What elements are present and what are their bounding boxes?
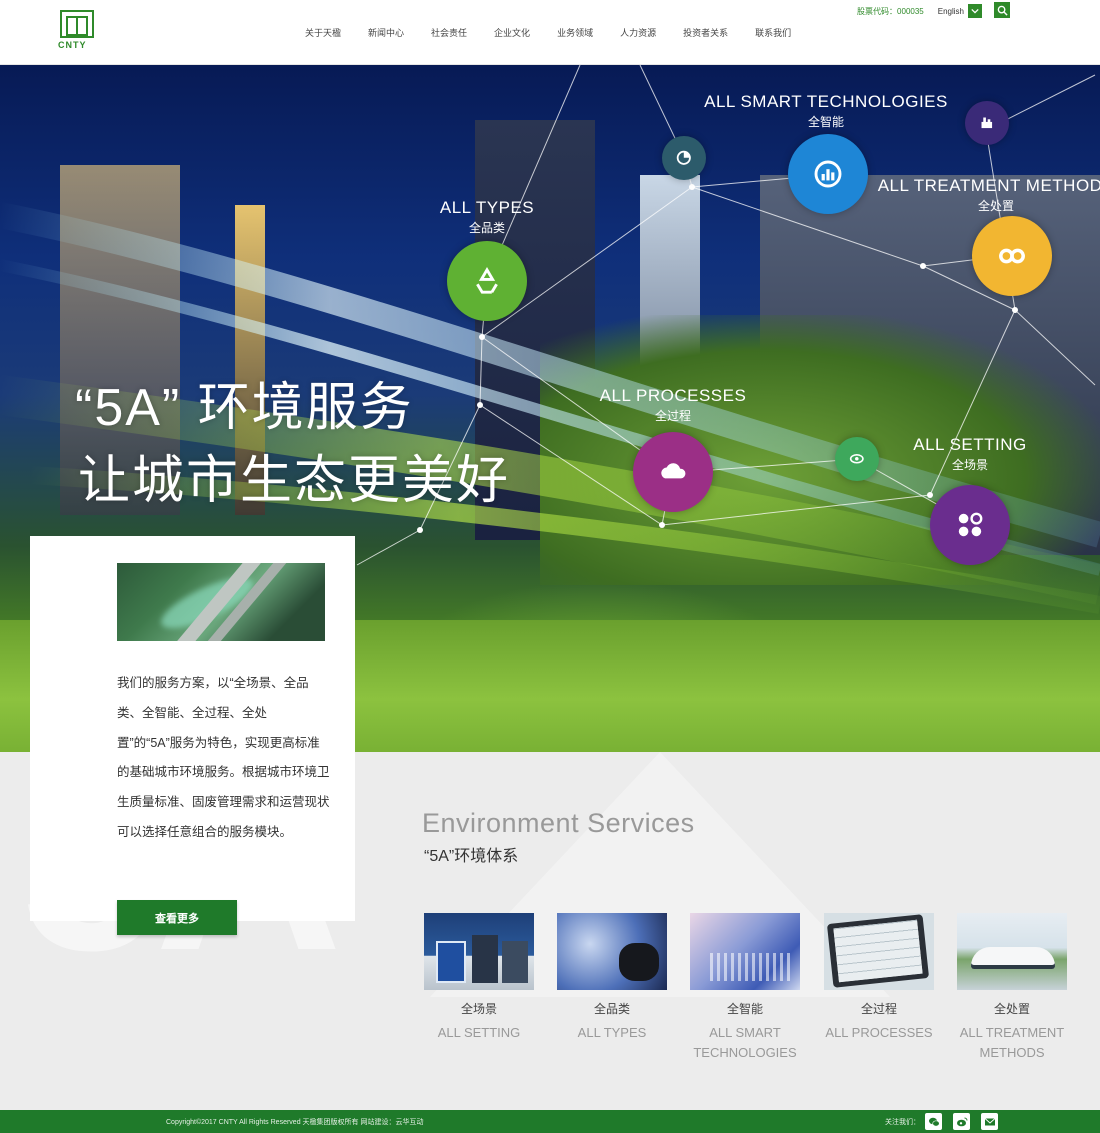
service-en: ALL TREATMENT METHODS <box>959 1025 1065 1060</box>
service-item-treatment[interactable]: 全处置 ALL TREATMENT METHODS <box>957 913 1067 1063</box>
service-cn: 全智能 <box>726 1002 763 1016</box>
intro-text: 我们的服务方案，以“全场景、全品类、全智能、全过程、全处置”的“5A”服务为特色… <box>117 676 330 839</box>
grid-icon[interactable] <box>930 485 1010 565</box>
service-image <box>824 913 934 990</box>
service-cn: 全过程 <box>860 1002 897 1016</box>
aerial-photo <box>117 563 325 641</box>
nav-investors[interactable]: 投资者关系 <box>683 26 728 39</box>
recycle-icon[interactable] <box>447 241 527 321</box>
service-item-processes[interactable]: 全过程 ALL PROCESSES <box>824 913 934 1043</box>
hero-headline-2: 让城市生态更美好 <box>78 452 511 510</box>
cnty-logo[interactable]: CNTY <box>56 8 100 52</box>
service-item-types[interactable]: 全品类 ALL TYPES <box>557 913 667 1043</box>
factory-icon[interactable] <box>965 101 1009 145</box>
copyright-text: Copyright©2017 CNTY All Rights Reserved … <box>166 1119 424 1126</box>
nav-responsibility[interactable]: 社会责任 <box>431 26 467 39</box>
cloud-icon[interactable] <box>633 432 713 512</box>
nav-culture[interactable]: 企业文化 <box>494 26 530 39</box>
nav-news[interactable]: 新闻中心 <box>368 26 404 39</box>
node-en: ALL TREATMENT METHODS <box>877 176 1100 195</box>
service-image <box>424 913 534 990</box>
node-label-smart: ALL SMART TECHNOLOGIES 全智能 <box>704 92 948 130</box>
logo-mark <box>60 10 94 38</box>
chevron-down-icon[interactable] <box>968 4 982 18</box>
view-more-button[interactable]: 查看更多 <box>117 900 237 935</box>
node-label-treatment: ALL TREATMENT METHODS 全处置 <box>878 176 1100 214</box>
node-en: ALL SMART TECHNOLOGIES <box>704 92 948 111</box>
follow-us-label: 关注我们： <box>885 1119 920 1126</box>
site-footer: Copyright©2017 CNTY All Rights Reserved … <box>0 1110 1100 1133</box>
search-button[interactable] <box>994 2 1010 18</box>
node-cn: 全场景 <box>951 458 989 472</box>
section-subtitle: “5A”环境体系 <box>424 848 519 865</box>
logo-text: CNTY <box>58 40 87 50</box>
weibo-icon[interactable] <box>953 1113 970 1130</box>
node-cn: 全品类 <box>468 221 505 235</box>
main-nav: 关于天楹 新闻中心 社会责任 企业文化 业务领域 人力资源 投资者关系 联系我们 <box>305 26 818 39</box>
nav-business[interactable]: 业务领域 <box>557 26 593 39</box>
node-en: ALL PROCESSES <box>599 386 747 405</box>
service-en: ALL SETTING <box>437 1025 521 1040</box>
node-en: ALL TYPES <box>439 198 535 217</box>
node-label-setting: ALL SETTING 全场景 <box>913 435 1027 473</box>
service-en: ALL SMART TECHNOLOGIES <box>693 1025 797 1060</box>
service-image <box>690 913 800 990</box>
service-item-setting[interactable]: 全场景 ALL SETTING <box>424 913 534 1043</box>
search-icon <box>997 5 1008 16</box>
infinity-icon[interactable] <box>972 216 1052 296</box>
service-image <box>957 913 1067 990</box>
eye-icon[interactable] <box>835 437 879 481</box>
service-cn: 全场景 <box>460 1002 497 1016</box>
intro-card: 我们的服务方案，以“全场景、全品类、全智能、全过程、全处置”的“5A”服务为特色… <box>30 536 355 935</box>
wechat-icon[interactable] <box>925 1113 942 1130</box>
pie-chart-icon[interactable] <box>662 136 706 180</box>
node-cn: 全智能 <box>807 115 845 129</box>
section-title: Environment Services <box>422 808 695 838</box>
node-en: ALL SETTING <box>913 435 1027 454</box>
node-label-processes: ALL PROCESSES 全过程 <box>600 386 747 424</box>
node-cn: 全处置 <box>977 199 1015 213</box>
nav-contact[interactable]: 联系我们 <box>755 26 791 39</box>
service-en: ALL PROCESSES <box>825 1025 933 1040</box>
top-utilities: 股票代码：000035 English <box>857 3 990 19</box>
service-en: ALL TYPES <box>577 1025 647 1040</box>
service-image <box>557 913 667 990</box>
node-label-types: ALL TYPES 全品类 <box>440 198 534 236</box>
service-item-smart[interactable]: 全智能 ALL SMART TECHNOLOGIES <box>690 913 800 1063</box>
nav-hr[interactable]: 人力资源 <box>620 26 656 39</box>
service-cn: 全处置 <box>993 1002 1030 1016</box>
service-cn: 全品类 <box>593 1002 630 1016</box>
stock-code: 股票代码：000035 <box>857 6 924 16</box>
site-header: CNTY 关于天楹 新闻中心 社会责任 企业文化 业务领域 人力资源 投资者关系… <box>0 0 1100 65</box>
dashboard-icon[interactable] <box>788 134 868 214</box>
nav-about[interactable]: 关于天楹 <box>305 26 341 39</box>
mail-icon[interactable] <box>981 1113 998 1130</box>
hero-headline-1: “5A” 环境服务 <box>75 379 414 437</box>
language-label[interactable]: English <box>938 7 964 16</box>
node-cn: 全过程 <box>654 409 691 423</box>
